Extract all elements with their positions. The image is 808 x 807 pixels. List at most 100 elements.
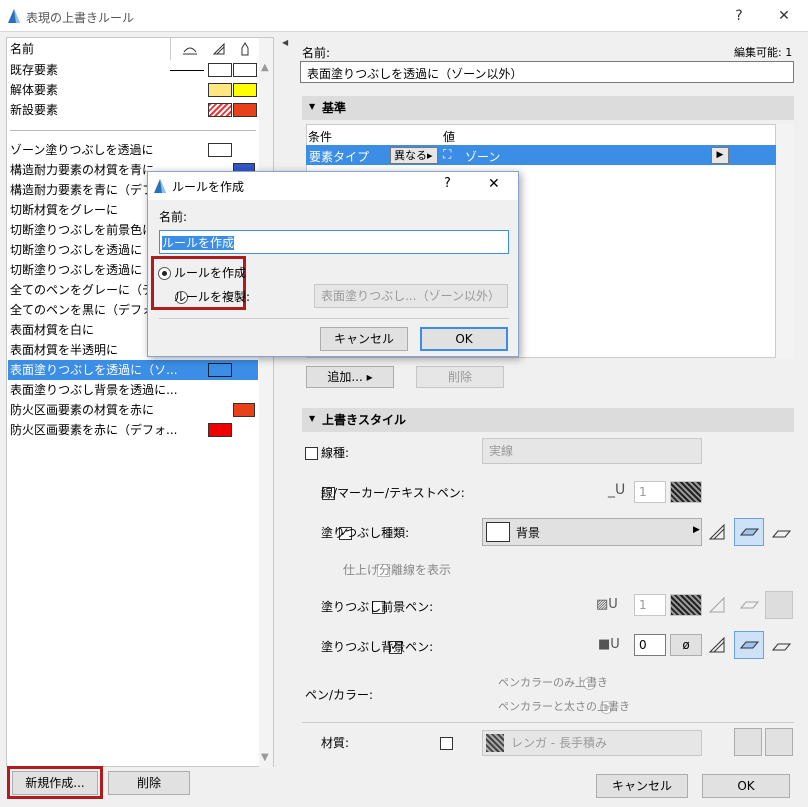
dialog-help-button[interactable]: ? — [444, 176, 451, 191]
criteria-value: ゾーン — [465, 150, 501, 164]
pen-color-only-label: ペンカラーのみ上書き — [498, 676, 608, 689]
dialog-close-button[interactable]: ✕ — [488, 176, 500, 192]
expand-triangle-icon: ▼ — [309, 102, 316, 111]
col-value: 値 — [443, 130, 456, 144]
fill-type-dropdown[interactable] — [482, 518, 702, 546]
line-type-icon — [183, 47, 197, 55]
collapse-arrow-icon[interactable]: ◀ — [282, 38, 288, 47]
archicad-logo-icon — [8, 9, 20, 23]
criteria-section-header[interactable]: 基準 — [302, 96, 794, 120]
rule-item[interactable]: 切断塗りつぶしを前景色に — [10, 220, 154, 240]
add-label: 追加... — [327, 370, 363, 384]
operator-dropdown[interactable]: 異なる▸ — [390, 147, 438, 164]
state-demolish[interactable]: 解体要素 — [10, 80, 58, 100]
demolish-pen-swatch — [233, 83, 257, 97]
dialog-ok-button[interactable]: OK — [420, 327, 508, 351]
dialog-name-field[interactable]: ルールを作成 — [159, 230, 509, 254]
cover-fill-icon — [739, 528, 760, 536]
fill-type-value: 背景 — [516, 526, 541, 540]
new-fill-swatch — [208, 103, 232, 117]
fill-fg-field[interactable]: 1 — [634, 594, 666, 616]
state-new[interactable]: 新設要素 — [10, 100, 58, 120]
expand-triangle-icon: ▼ — [309, 414, 316, 423]
existing-line-sample — [170, 70, 204, 71]
delete-rule-button[interactable]: 削除 — [108, 771, 190, 795]
line-type-checkbox[interactable] — [305, 447, 318, 460]
create-rule-radio[interactable] — [158, 267, 171, 280]
surface-fill-icon[interactable] — [770, 634, 792, 656]
close-button[interactable]: ✕ — [769, 6, 799, 26]
pen-tip-icon: _𝖴 — [608, 482, 626, 498]
rule-name-field[interactable]: 表面塗りつぶしを透過に（ゾーン以外） — [300, 61, 794, 83]
rule-item[interactable]: 表面材質を白に — [10, 320, 94, 340]
ok-button[interactable]: OK — [702, 774, 790, 798]
state-existing[interactable]: 既存要素 — [10, 60, 58, 80]
rule-item[interactable]: 構造耐力要素を青に（デフォ — [10, 180, 166, 200]
material-surface-button[interactable] — [765, 728, 793, 756]
dialog-title-bar: ルールを作成 ? ✕ — [148, 172, 518, 200]
existing-fill-swatch — [208, 63, 232, 77]
new-rule-button[interactable]: 新規作成... — [12, 771, 98, 795]
list-scrollbar[interactable] — [259, 38, 273, 768]
fill-fg-swatch[interactable] — [670, 594, 702, 616]
surface-fill-icon[interactable] — [770, 521, 792, 543]
fill-type-label: 塗りつぶし種類: — [321, 526, 410, 540]
operator-value: 異なる — [394, 149, 427, 162]
cancel-button[interactable]: キャンセル — [596, 774, 688, 798]
cut-fill-icon[interactable] — [706, 521, 728, 543]
window-title-bar: 表現の上書きルール ? ✕ — [0, 0, 808, 32]
line-type-label: 線種: — [321, 446, 350, 460]
editable-label: 編集可能: 1 — [734, 46, 793, 59]
fg-pen-icon: ▨𝖴 — [596, 597, 618, 612]
rule-swatch — [208, 143, 232, 157]
help-button[interactable]: ? — [724, 6, 754, 26]
material-dropdown[interactable]: レンガ - 長手積み — [482, 730, 702, 756]
col-condition: 条件 — [308, 130, 333, 144]
cover-fill-icon — [739, 601, 760, 609]
bg-pen-icon: ■𝖴 — [598, 637, 620, 652]
line-type-dropdown[interactable]: 実線 — [482, 438, 702, 464]
new-pen-swatch — [233, 103, 257, 117]
rule-item[interactable]: 防火区画要素を赤に（デフォ... — [10, 420, 177, 440]
rule-item[interactable]: ゾーン塗りつぶしを透過に — [10, 140, 154, 160]
transparent-pen-button[interactable]: ø — [670, 634, 702, 656]
material-checkbox[interactable] — [439, 737, 453, 750]
cover-fill-icon — [739, 641, 760, 649]
cut-fill-icon[interactable] — [706, 634, 728, 656]
cut-fill-icon — [708, 596, 725, 613]
rule-item[interactable]: 構造耐力要素の材質を青に — [10, 160, 154, 180]
rule-item[interactable]: 表面材質を半透明に — [10, 340, 118, 360]
material-cut-button[interactable] — [734, 728, 762, 756]
add-criteria-button[interactable]: 追加... ▸ — [306, 366, 394, 388]
style-section-header[interactable]: 上書きスタイル — [302, 408, 794, 432]
line-pen-swatch[interactable] — [670, 481, 702, 503]
duplicate-source-dropdown[interactable]: 表面塗りつぶし...（ゾーン以外） — [314, 284, 508, 308]
archicad-logo-icon — [154, 179, 166, 193]
criteria-row[interactable] — [306, 145, 776, 165]
scroll-down-icon[interactable]: ▼ — [261, 752, 269, 763]
rule-item[interactable]: 防火区画要素の材質を赤に — [10, 400, 154, 420]
brick-material-icon — [486, 734, 504, 752]
line-pen-field[interactable]: 1 — [634, 481, 666, 503]
criteria-condition: 要素タイプ — [309, 150, 370, 164]
criteria-section-title: 基準 — [322, 101, 347, 115]
list-separator — [10, 130, 256, 131]
rule-item-selected[interactable]: 表面塗りつぶしを透過に（ソ... — [10, 360, 178, 380]
dialog-title: ルールを作成 — [172, 180, 245, 194]
window-title: 表現の上書きルール — [26, 11, 135, 25]
pen-icon — [241, 42, 249, 56]
dialog-name-value: ルールを作成 — [162, 236, 235, 250]
rule-item[interactable]: 切断塗りつぶしを透過に（分 — [10, 260, 166, 280]
value-arrow-button[interactable]: ▶ — [711, 147, 729, 164]
fill-type-icon — [212, 42, 225, 55]
rule-item[interactable]: 表面塗りつぶし背景を透過に... — [10, 380, 178, 400]
dialog-cancel-button[interactable]: キャンセル — [320, 327, 408, 351]
fill-swatch — [486, 522, 510, 542]
criteria-scrollbar[interactable] — [776, 124, 794, 358]
rule-item[interactable]: 切断材質をグレーに — [10, 200, 118, 220]
duplicate-rule-label: ルールを複製: — [174, 290, 251, 304]
fill-bg-field[interactable]: 0 — [634, 634, 666, 656]
rule-item[interactable]: 切断塗りつぶしを透過に（分 — [10, 240, 166, 260]
scroll-up-icon[interactable]: ▲ — [261, 62, 269, 73]
remove-criteria-button[interactable]: 削除 — [416, 366, 504, 388]
